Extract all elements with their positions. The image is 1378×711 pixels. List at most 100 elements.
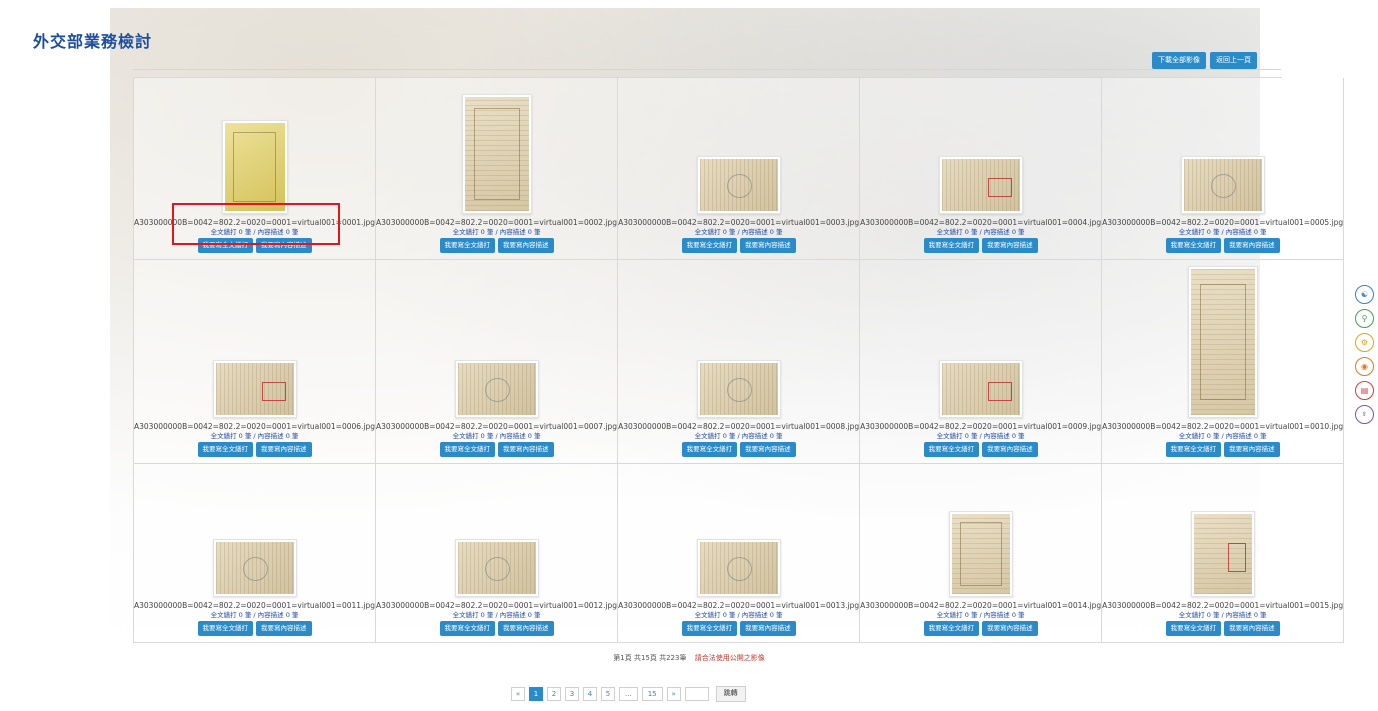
image-thumbnail[interactable] xyxy=(938,156,1023,214)
highlight-box xyxy=(172,203,340,245)
scan-mark xyxy=(261,381,286,402)
pagination: « 1 2 3 4 5 ... 15 » 跳轉 xyxy=(511,686,746,702)
image-thumbnail[interactable] xyxy=(454,539,539,597)
image-thumbnail[interactable] xyxy=(938,360,1023,418)
write-fulltext-button[interactable]: 我要寫全文繕打 xyxy=(439,621,496,636)
write-fulltext-button[interactable]: 我要寫全文繕打 xyxy=(1165,621,1222,636)
prev-page-button[interactable]: « xyxy=(511,687,525,701)
document-scan xyxy=(457,363,536,415)
write-fulltext-button[interactable]: 我要寫全文繕打 xyxy=(923,442,980,457)
write-description-button[interactable]: 我要寫內容描述 xyxy=(498,238,554,253)
write-description-button[interactable]: 我要寫內容描述 xyxy=(982,621,1038,636)
document-scan xyxy=(699,363,778,415)
scan-mark xyxy=(1227,542,1246,572)
write-description-button[interactable]: 我要寫內容描述 xyxy=(498,621,554,636)
back-button[interactable]: 返回上一頁 xyxy=(1210,52,1257,69)
jump-button[interactable]: 跳轉 xyxy=(715,686,746,702)
write-description-button[interactable]: 我要寫內容描述 xyxy=(740,238,796,253)
write-fulltext-button[interactable]: 我要寫全文繕打 xyxy=(681,442,738,457)
image-thumbnail[interactable] xyxy=(696,539,781,597)
image-card: A303000000B=0042=802.2=0020=0001=virtual… xyxy=(860,78,1103,260)
scan-mark xyxy=(959,522,1002,586)
image-filename: A303000000B=0042=802.2=0020=0001=virtual… xyxy=(860,218,1102,227)
transcription-counts: 全文繕打 0 筆 / 內容描述 0 筆 xyxy=(452,228,541,236)
write-description-button[interactable]: 我要寫內容描述 xyxy=(1224,442,1280,457)
write-description-button[interactable]: 我要寫內容描述 xyxy=(498,442,554,457)
write-description-button[interactable]: 我要寫內容描述 xyxy=(1224,238,1280,253)
card-actions: 我要寫全文繕打 我要寫內容描述 xyxy=(1165,238,1280,253)
image-grid: A303000000B=0042=802.2=0020=0001=virtual… xyxy=(133,77,1345,643)
write-fulltext-button[interactable]: 我要寫全文繕打 xyxy=(923,238,980,253)
page-button-4[interactable]: 4 xyxy=(583,687,597,701)
image-filename: A303000000B=0042=802.2=0020=0001=virtual… xyxy=(860,422,1102,431)
image-card: A303000000B=0042=802.2=0020=0001=virtual… xyxy=(376,260,619,464)
usage-note[interactable]: 請合法使用公開之影像 xyxy=(695,654,765,662)
image-thumbnail[interactable] xyxy=(1190,511,1255,597)
card-actions: 我要寫全文繕打 我要寫內容描述 xyxy=(1165,621,1280,636)
image-thumbnail[interactable] xyxy=(696,156,781,214)
image-thumbnail[interactable] xyxy=(212,539,297,597)
write-description-button[interactable]: 我要寫內容描述 xyxy=(982,238,1038,253)
image-filename: A303000000B=0042=802.2=0020=0001=virtual… xyxy=(134,422,376,431)
write-fulltext-button[interactable]: 我要寫全文繕打 xyxy=(439,238,496,253)
image-thumbnail[interactable] xyxy=(696,360,781,418)
person-icon[interactable]: ☯ xyxy=(1355,285,1374,304)
page-title: 外交部業務檢討 xyxy=(33,32,153,51)
image-card: A303000000B=0042=802.2=0020=0001=virtual… xyxy=(618,464,861,643)
write-fulltext-button[interactable]: 我要寫全文繕打 xyxy=(923,621,980,636)
transcription-counts: 全文繕打 0 筆 / 內容描述 0 筆 xyxy=(694,228,783,236)
image-thumbnail[interactable] xyxy=(1187,266,1258,418)
write-description-button[interactable]: 我要寫內容描述 xyxy=(1224,621,1280,636)
document-scan xyxy=(699,542,778,594)
transcription-counts: 全文繕打 0 筆 / 內容描述 0 筆 xyxy=(210,611,299,619)
scan-mark xyxy=(242,556,269,582)
image-thumbnail[interactable] xyxy=(212,360,297,418)
image-thumbnail[interactable] xyxy=(948,511,1013,597)
write-description-button[interactable]: 我要寫內容描述 xyxy=(740,621,796,636)
page-button-1[interactable]: 1 xyxy=(529,687,543,701)
card-actions: 我要寫全文繕打 我要寫內容描述 xyxy=(439,442,554,457)
write-fulltext-button[interactable]: 我要寫全文繕打 xyxy=(1165,442,1222,457)
report-icon[interactable]: ▤ xyxy=(1355,381,1374,400)
write-description-button[interactable]: 我要寫內容描述 xyxy=(256,621,312,636)
scan-mark xyxy=(484,556,511,582)
image-thumbnail[interactable] xyxy=(221,120,288,214)
document-scan xyxy=(941,159,1020,211)
page-button-2[interactable]: 2 xyxy=(547,687,561,701)
scan-mark xyxy=(484,377,511,403)
image-thumbnail[interactable] xyxy=(1180,156,1265,214)
document-search-icon[interactable]: ⚲ xyxy=(1355,309,1374,328)
document-scan xyxy=(215,542,294,594)
write-description-button[interactable]: 我要寫內容描述 xyxy=(982,442,1038,457)
write-fulltext-button[interactable]: 我要寫全文繕打 xyxy=(197,442,254,457)
jump-page-input[interactable] xyxy=(684,687,709,701)
write-fulltext-button[interactable]: 我要寫全文繕打 xyxy=(681,238,738,253)
next-page-button[interactable]: » xyxy=(666,687,681,701)
card-actions: 我要寫全文繕打 我要寫內容描述 xyxy=(681,621,796,636)
image-card: A303000000B=0042=802.2=0020=0001=virtual… xyxy=(1102,78,1345,260)
document-scan xyxy=(215,363,294,415)
page-button-15[interactable]: 15 xyxy=(641,687,663,701)
image-card: A303000000B=0042=802.2=0020=0001=virtual… xyxy=(1102,260,1345,464)
write-fulltext-button[interactable]: 我要寫全文繕打 xyxy=(1165,238,1222,253)
image-filename: A303000000B=0042=802.2=0020=0001=virtual… xyxy=(376,601,618,610)
card-actions: 我要寫全文繕打 我要寫內容描述 xyxy=(681,238,796,253)
page-button-5[interactable]: 5 xyxy=(601,687,615,701)
image-filename: A303000000B=0042=802.2=0020=0001=virtual… xyxy=(376,422,618,431)
image-thumbnail[interactable] xyxy=(461,94,532,214)
cart-icon[interactable]: ⚙ xyxy=(1355,333,1374,352)
write-description-button[interactable]: 我要寫內容描述 xyxy=(256,442,312,457)
write-fulltext-button[interactable]: 我要寫全文繕打 xyxy=(197,621,254,636)
write-description-button[interactable]: 我要寫內容描述 xyxy=(740,442,796,457)
image-card: A303000000B=0042=802.2=0020=0001=virtual… xyxy=(376,78,619,260)
scan-mark xyxy=(232,131,277,203)
write-fulltext-button[interactable]: 我要寫全文繕打 xyxy=(439,442,496,457)
stamp-icon[interactable]: ◉ xyxy=(1355,357,1374,376)
page-button-3[interactable]: 3 xyxy=(565,687,579,701)
write-fulltext-button[interactable]: 我要寫全文繕打 xyxy=(681,621,738,636)
card-actions: 我要寫全文繕打 我要寫內容描述 xyxy=(439,621,554,636)
top-icon[interactable]: ⇧ xyxy=(1355,405,1374,424)
image-thumbnail[interactable] xyxy=(454,360,539,418)
download-all-button[interactable]: 下載全部影像 xyxy=(1152,52,1206,69)
document-scan xyxy=(457,542,536,594)
